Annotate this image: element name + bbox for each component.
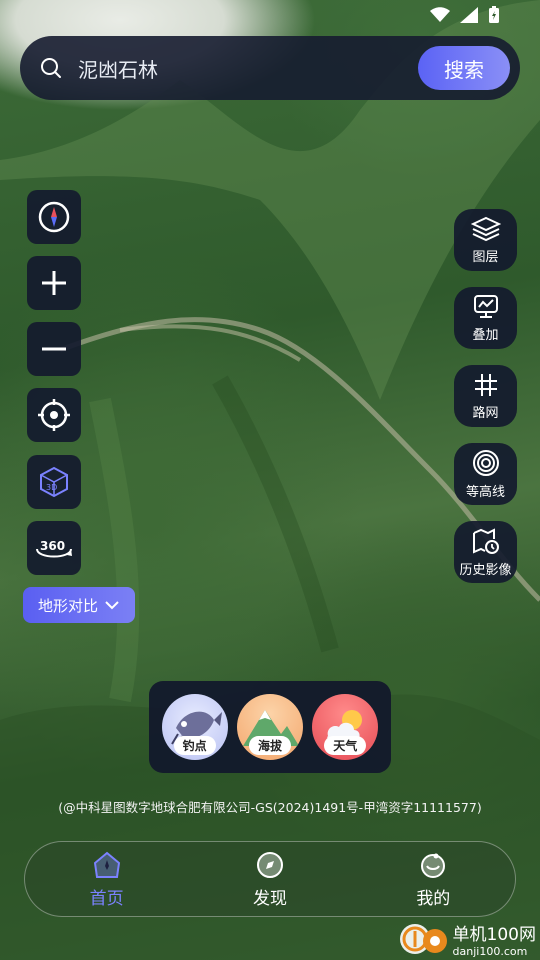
watermark-logo-icon [399,924,447,954]
zoom-in-button[interactable] [27,256,81,310]
svg-text:360: 360 [40,539,65,553]
battery-icon [489,6,499,23]
plus-icon [42,271,66,295]
cube-3d-icon: 3D [40,466,68,498]
chevron-down-icon [105,601,119,610]
nav-profile[interactable]: 我的 [378,850,488,909]
quick-label: 钓点 [173,736,216,755]
search-icon [41,58,61,78]
wifi-icon [430,7,450,22]
search-button[interactable]: 搜索 [418,46,510,90]
signal-icon [460,7,478,23]
search-bar[interactable]: 泥凼石林 搜索 [20,36,520,100]
compass-button[interactable] [27,190,81,244]
watermark-title: 单机100网 [452,925,536,945]
nav-home[interactable]: 首页 [52,850,162,909]
tool-label: 历史影像 [459,562,512,578]
tool-layers-button[interactable]: 图层 [454,209,517,271]
overlay-icon [473,294,498,318]
search-input[interactable]: 泥凼石林 [78,54,418,83]
zoom-out-button[interactable] [27,322,81,376]
nav-label: 发现 [252,888,287,909]
terrain-compare-button[interactable]: 地形对比 [23,587,135,623]
bottom-navigation: 首页 发现 我的 [24,841,516,917]
tool-roadnet-button[interactable]: 路网 [454,365,517,427]
discover-icon [256,851,283,878]
watermark: 单机100网 danji100.com [399,920,536,958]
profile-icon [421,853,446,878]
quick-label: 海拔 [248,736,291,755]
quick-actions-panel: 钓点 海拔 天气 [149,681,391,773]
roadnet-icon [474,373,497,396]
tool-label: 图层 [472,249,499,265]
tool-label: 路网 [472,405,499,421]
contour-icon [472,449,499,476]
tool-overlay-button[interactable]: 叠加 [454,287,517,349]
layers-icon [470,216,501,241]
locate-button[interactable] [27,388,81,442]
nav-label: 首页 [89,888,124,909]
history-map-icon [472,527,499,554]
tool-label: 等高线 [465,484,505,500]
tool-contour-button[interactable]: 等高线 [454,443,517,505]
locate-icon [38,399,70,431]
tool-label: 叠加 [472,327,499,343]
quick-weather[interactable]: 天气 [312,694,379,760]
svg-text:3D: 3D [46,483,57,492]
status-bar [430,6,500,24]
terrain-compare-label: 地形对比 [37,596,98,615]
quick-label: 天气 [324,736,367,755]
nav-label: 我的 [416,888,451,909]
watermark-url: danji100.com [452,945,528,958]
home-icon [93,851,120,878]
panorama-360-icon: 360 [36,539,72,558]
quick-elevation[interactable]: 海拔 [236,694,303,760]
panorama-360-button[interactable]: 360 [27,521,81,575]
minus-icon [42,347,66,351]
tool-history-imagery-button[interactable]: 历史影像 [454,521,517,583]
view-3d-button[interactable]: 3D [27,455,81,509]
nav-discover[interactable]: 发现 [215,850,325,909]
compass-icon [38,201,70,233]
quick-fishing-spot[interactable]: 钓点 [161,694,228,760]
map-copyright: (@中科星图数字地球合肥有限公司-GS(2024)1491号-甲湾资字11111… [58,800,482,815]
